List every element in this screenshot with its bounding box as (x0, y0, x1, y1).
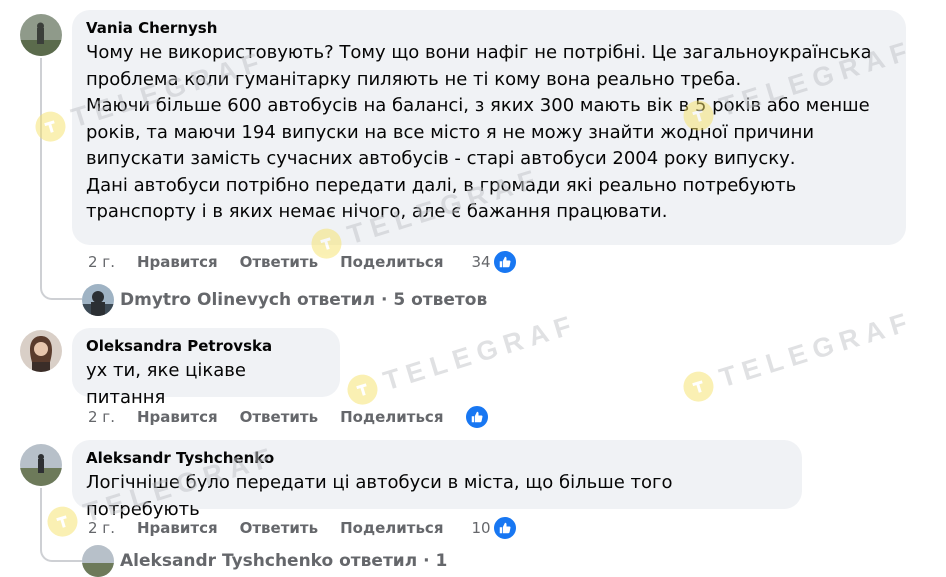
like-button[interactable]: Нравится (137, 253, 218, 271)
replies-summary-text[interactable]: Aleksandr Tyshchenko ответил · 1 (120, 551, 447, 571)
avatar (82, 545, 114, 577)
comment-bubble: Aleksandr Tyshchenko Логічніше було пере… (72, 440, 802, 520)
avatar (82, 284, 114, 316)
comment-author[interactable]: Vania Chernysh (86, 19, 892, 38)
avatar[interactable] (20, 444, 62, 486)
like-count[interactable]: 34 (471, 253, 490, 271)
like-count[interactable]: 10 (471, 519, 490, 537)
comment-actions: 2 г. Нравится Ответить Поделиться 10 (88, 516, 517, 540)
reply-button[interactable]: Ответить (240, 408, 319, 426)
comment-time[interactable]: 2 г. (88, 253, 115, 271)
telegraf-logo-icon (343, 370, 382, 408)
like-button[interactable]: Нравится (137, 408, 218, 426)
thumbs-up-icon[interactable] (492, 250, 517, 274)
comment-bubble: Oleksandra Petrovska ух ти, яке цікаве п… (72, 328, 340, 408)
like-button[interactable]: Нравится (137, 519, 218, 537)
comment-bubble: Vania Chernysh Чому не використовують? Т… (72, 10, 906, 245)
comment-text: ух ти, яке цікаве питання (86, 360, 246, 408)
comment-author[interactable]: Oleksandra Petrovska (86, 337, 326, 356)
comment-time[interactable]: 2 г. (88, 519, 115, 537)
watermark-text: TELEGRAF (379, 308, 582, 397)
share-button[interactable]: Поделиться (340, 253, 443, 271)
comment-time[interactable]: 2 г. (88, 408, 115, 426)
comment-text: Чому не використовують? Тому що вони наф… (86, 42, 872, 222)
reply-button[interactable]: Ответить (240, 519, 319, 537)
share-button[interactable]: Поделиться (340, 408, 443, 426)
thread-connector (40, 488, 82, 562)
share-button[interactable]: Поделиться (340, 519, 443, 537)
comment-author[interactable]: Aleksandr Tyshchenko (86, 449, 788, 468)
view-replies-link[interactable]: Dmytro Olinevych ответил · 5 ответов (82, 284, 487, 316)
watermark-text: TELEGRAF (715, 305, 918, 394)
comment-actions: 2 г. Нравится Ответить Поделиться 34 (88, 250, 517, 274)
thumbs-up-icon[interactable] (492, 516, 517, 540)
reply-button[interactable]: Ответить (240, 253, 319, 271)
comment-actions: 2 г. Нравится Ответить Поделиться (88, 405, 490, 429)
view-replies-link[interactable]: Aleksandr Tyshchenko ответил · 1 (82, 545, 447, 577)
thumbs-up-icon[interactable] (465, 405, 490, 429)
thread-connector (40, 58, 82, 300)
avatar[interactable] (20, 330, 62, 372)
telegraf-logo-icon (679, 367, 718, 405)
avatar[interactable] (20, 14, 62, 56)
watermark: TELEGRAF (679, 306, 917, 406)
watermark: TELEGRAF (343, 309, 581, 409)
replies-summary-text[interactable]: Dmytro Olinevych ответил · 5 ответов (120, 290, 487, 310)
